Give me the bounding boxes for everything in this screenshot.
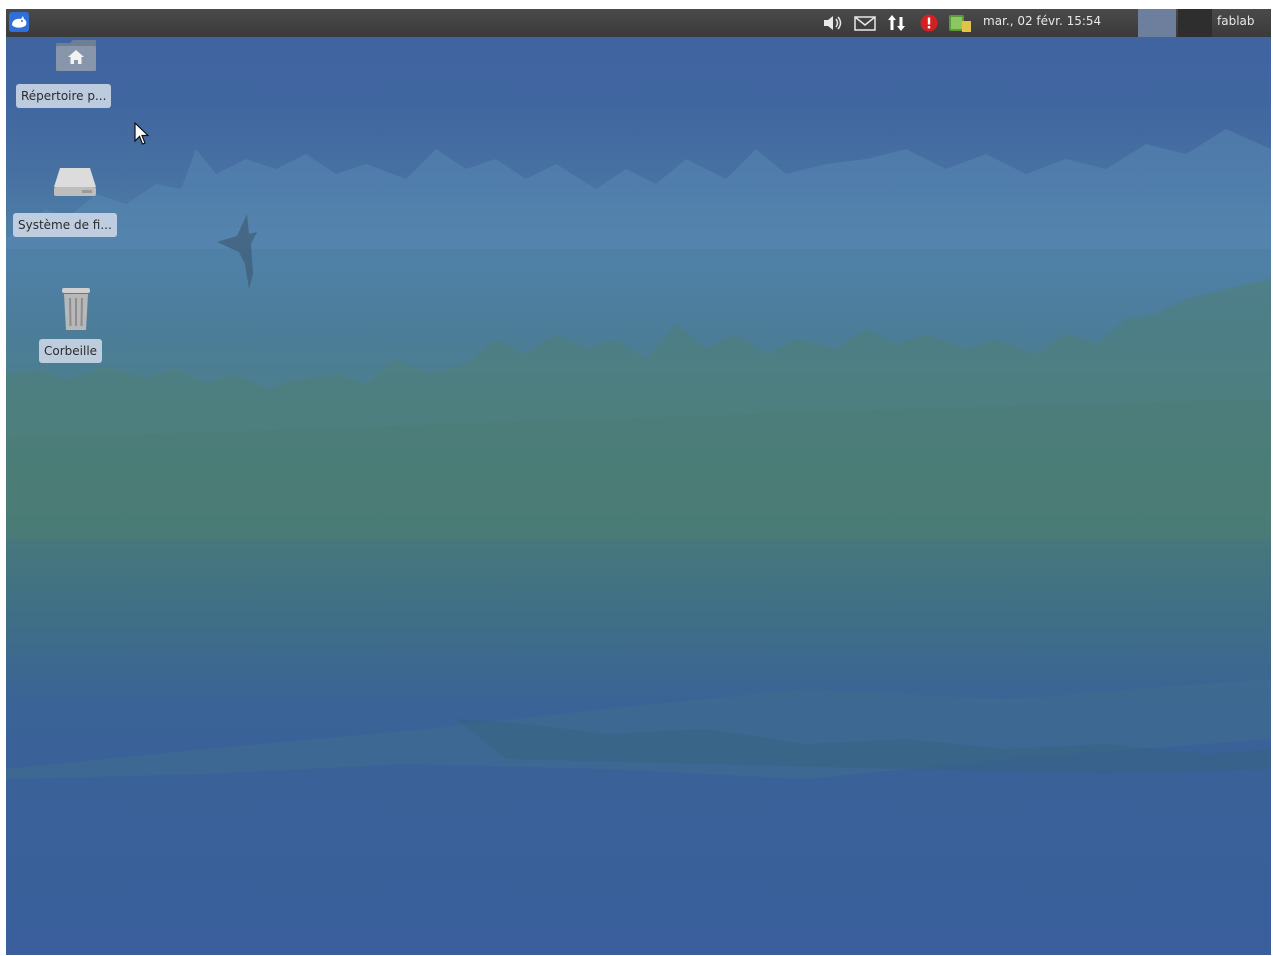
heron-silhouette <box>217 214 257 289</box>
desktop-icon-filesystem[interactable]: Système de fi... <box>10 159 140 249</box>
wallpaper-far-treeline <box>6 129 1271 249</box>
trash-icon <box>58 286 94 336</box>
desktop-icon-label: Répertoire p... <box>16 84 112 108</box>
workspace-2[interactable] <box>1178 9 1212 37</box>
xfce-mouse-icon[interactable] <box>8 11 30 33</box>
desktop-icon-home[interactable]: Répertoire p... <box>14 37 144 117</box>
wallpaper-near-treeline <box>6 279 1271 539</box>
top-panel: mar., 02 févr. 15:54 fablab <box>6 9 1271 37</box>
wallpaper-lake-reflection <box>6 679 1271 779</box>
desktop-icon-label: Système de fi... <box>13 213 117 237</box>
desktop-screen: mar., 02 févr. 15:54 fablab Répertoire p… <box>6 9 1271 955</box>
mouse-pointer-icon <box>134 122 150 145</box>
panel-clock[interactable]: mar., 02 févr. 15:54 <box>983 14 1101 28</box>
panel-user-label[interactable]: fablab <box>1217 14 1255 28</box>
desktop-icon-trash[interactable]: Corbeille <box>34 284 164 374</box>
volume-icon[interactable] <box>822 13 842 33</box>
workspace-1[interactable] <box>1138 9 1176 37</box>
mail-icon[interactable] <box>854 13 876 33</box>
home-folder-icon <box>54 37 98 77</box>
update-manager-icon[interactable] <box>948 13 971 33</box>
alert-icon[interactable] <box>918 13 938 33</box>
desktop-icon-label: Corbeille <box>39 339 103 363</box>
drive-icon <box>52 165 98 203</box>
network-arrows-icon[interactable] <box>886 13 906 33</box>
